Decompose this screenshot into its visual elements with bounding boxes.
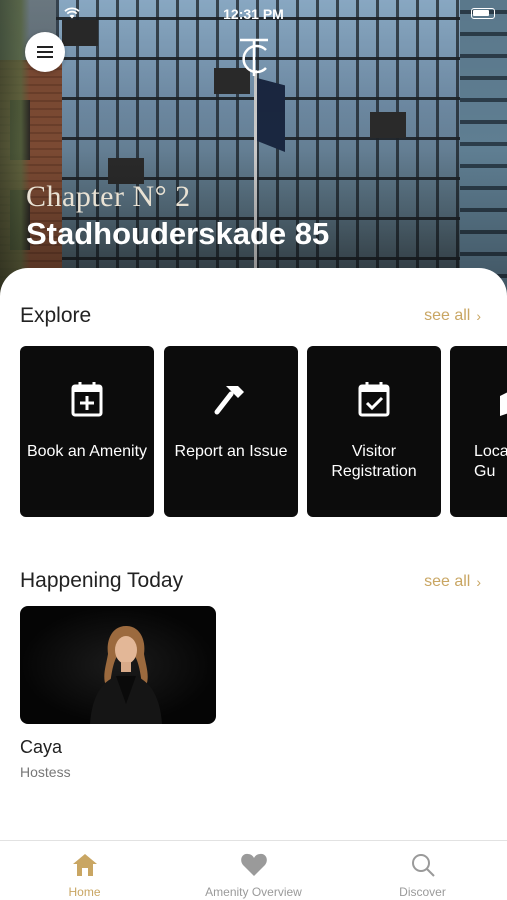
card-label: Loca Gu [474, 443, 507, 480]
event-card-image[interactable] [20, 606, 216, 724]
menu-button[interactable] [25, 32, 65, 72]
happening-see-all-link[interactable]: see all › [424, 573, 481, 591]
tab-label: Amenity Overview [205, 885, 302, 899]
status-time: 12:31 PM [223, 6, 284, 22]
explore-carousel[interactable]: Book an Amenity Report an Issue Visitor … [20, 346, 507, 518]
tab-home[interactable]: Home [0, 841, 169, 900]
tab-discover[interactable]: Discover [338, 841, 507, 900]
explore-card-local-guide[interactable]: Loca Gu [450, 346, 507, 517]
battery-icon [471, 8, 495, 19]
happening-today-title: Happening Today [20, 569, 184, 592]
calendar-check-icon [358, 382, 390, 417]
home-icon [72, 854, 97, 876]
chapter-title: Chapter N° 2 [26, 180, 191, 213]
see-all-label: see all [424, 573, 471, 590]
event-person-role: Hostess [20, 764, 71, 780]
hammer-icon [214, 386, 244, 415]
explore-card-report-issue[interactable]: Report an Issue [164, 346, 298, 517]
tab-amenity-overview[interactable]: Amenity Overview [169, 841, 338, 900]
explore-card-book-amenity[interactable]: Book an Amenity [20, 346, 154, 517]
heart-icon [240, 853, 267, 876]
card-label: Report an Issue [174, 443, 288, 460]
chevron-right-icon: › [476, 308, 481, 324]
explore-title: Explore [20, 304, 92, 327]
status-bar: 12:31 PM [0, 4, 507, 24]
map-icon [500, 392, 507, 416]
chevron-right-icon: › [476, 574, 481, 590]
calendar-plus-icon [71, 382, 103, 417]
building-address: Stadhouderskade 85 [26, 216, 330, 251]
explore-card-visitor-registration[interactable]: Visitor Registration [307, 346, 441, 517]
explore-see-all-link[interactable]: see all › [424, 307, 481, 325]
person-photo [90, 626, 162, 724]
bottom-tab-bar: Home Amenity Overview Discover [0, 840, 507, 900]
building-logo-icon [240, 38, 268, 76]
search-icon [411, 854, 435, 877]
hero-banner: 12:31 PM Chapter N° 2 Stadhouderskade 85 [0, 0, 507, 300]
tab-label: Home [68, 885, 101, 899]
card-label: Book an Amenity [26, 443, 148, 460]
tab-label: Discover [399, 885, 446, 899]
hamburger-icon [37, 46, 53, 58]
event-person-name[interactable]: Caya [20, 737, 62, 758]
see-all-label: see all [424, 307, 471, 324]
card-label: Visitor Registration [331, 443, 417, 480]
